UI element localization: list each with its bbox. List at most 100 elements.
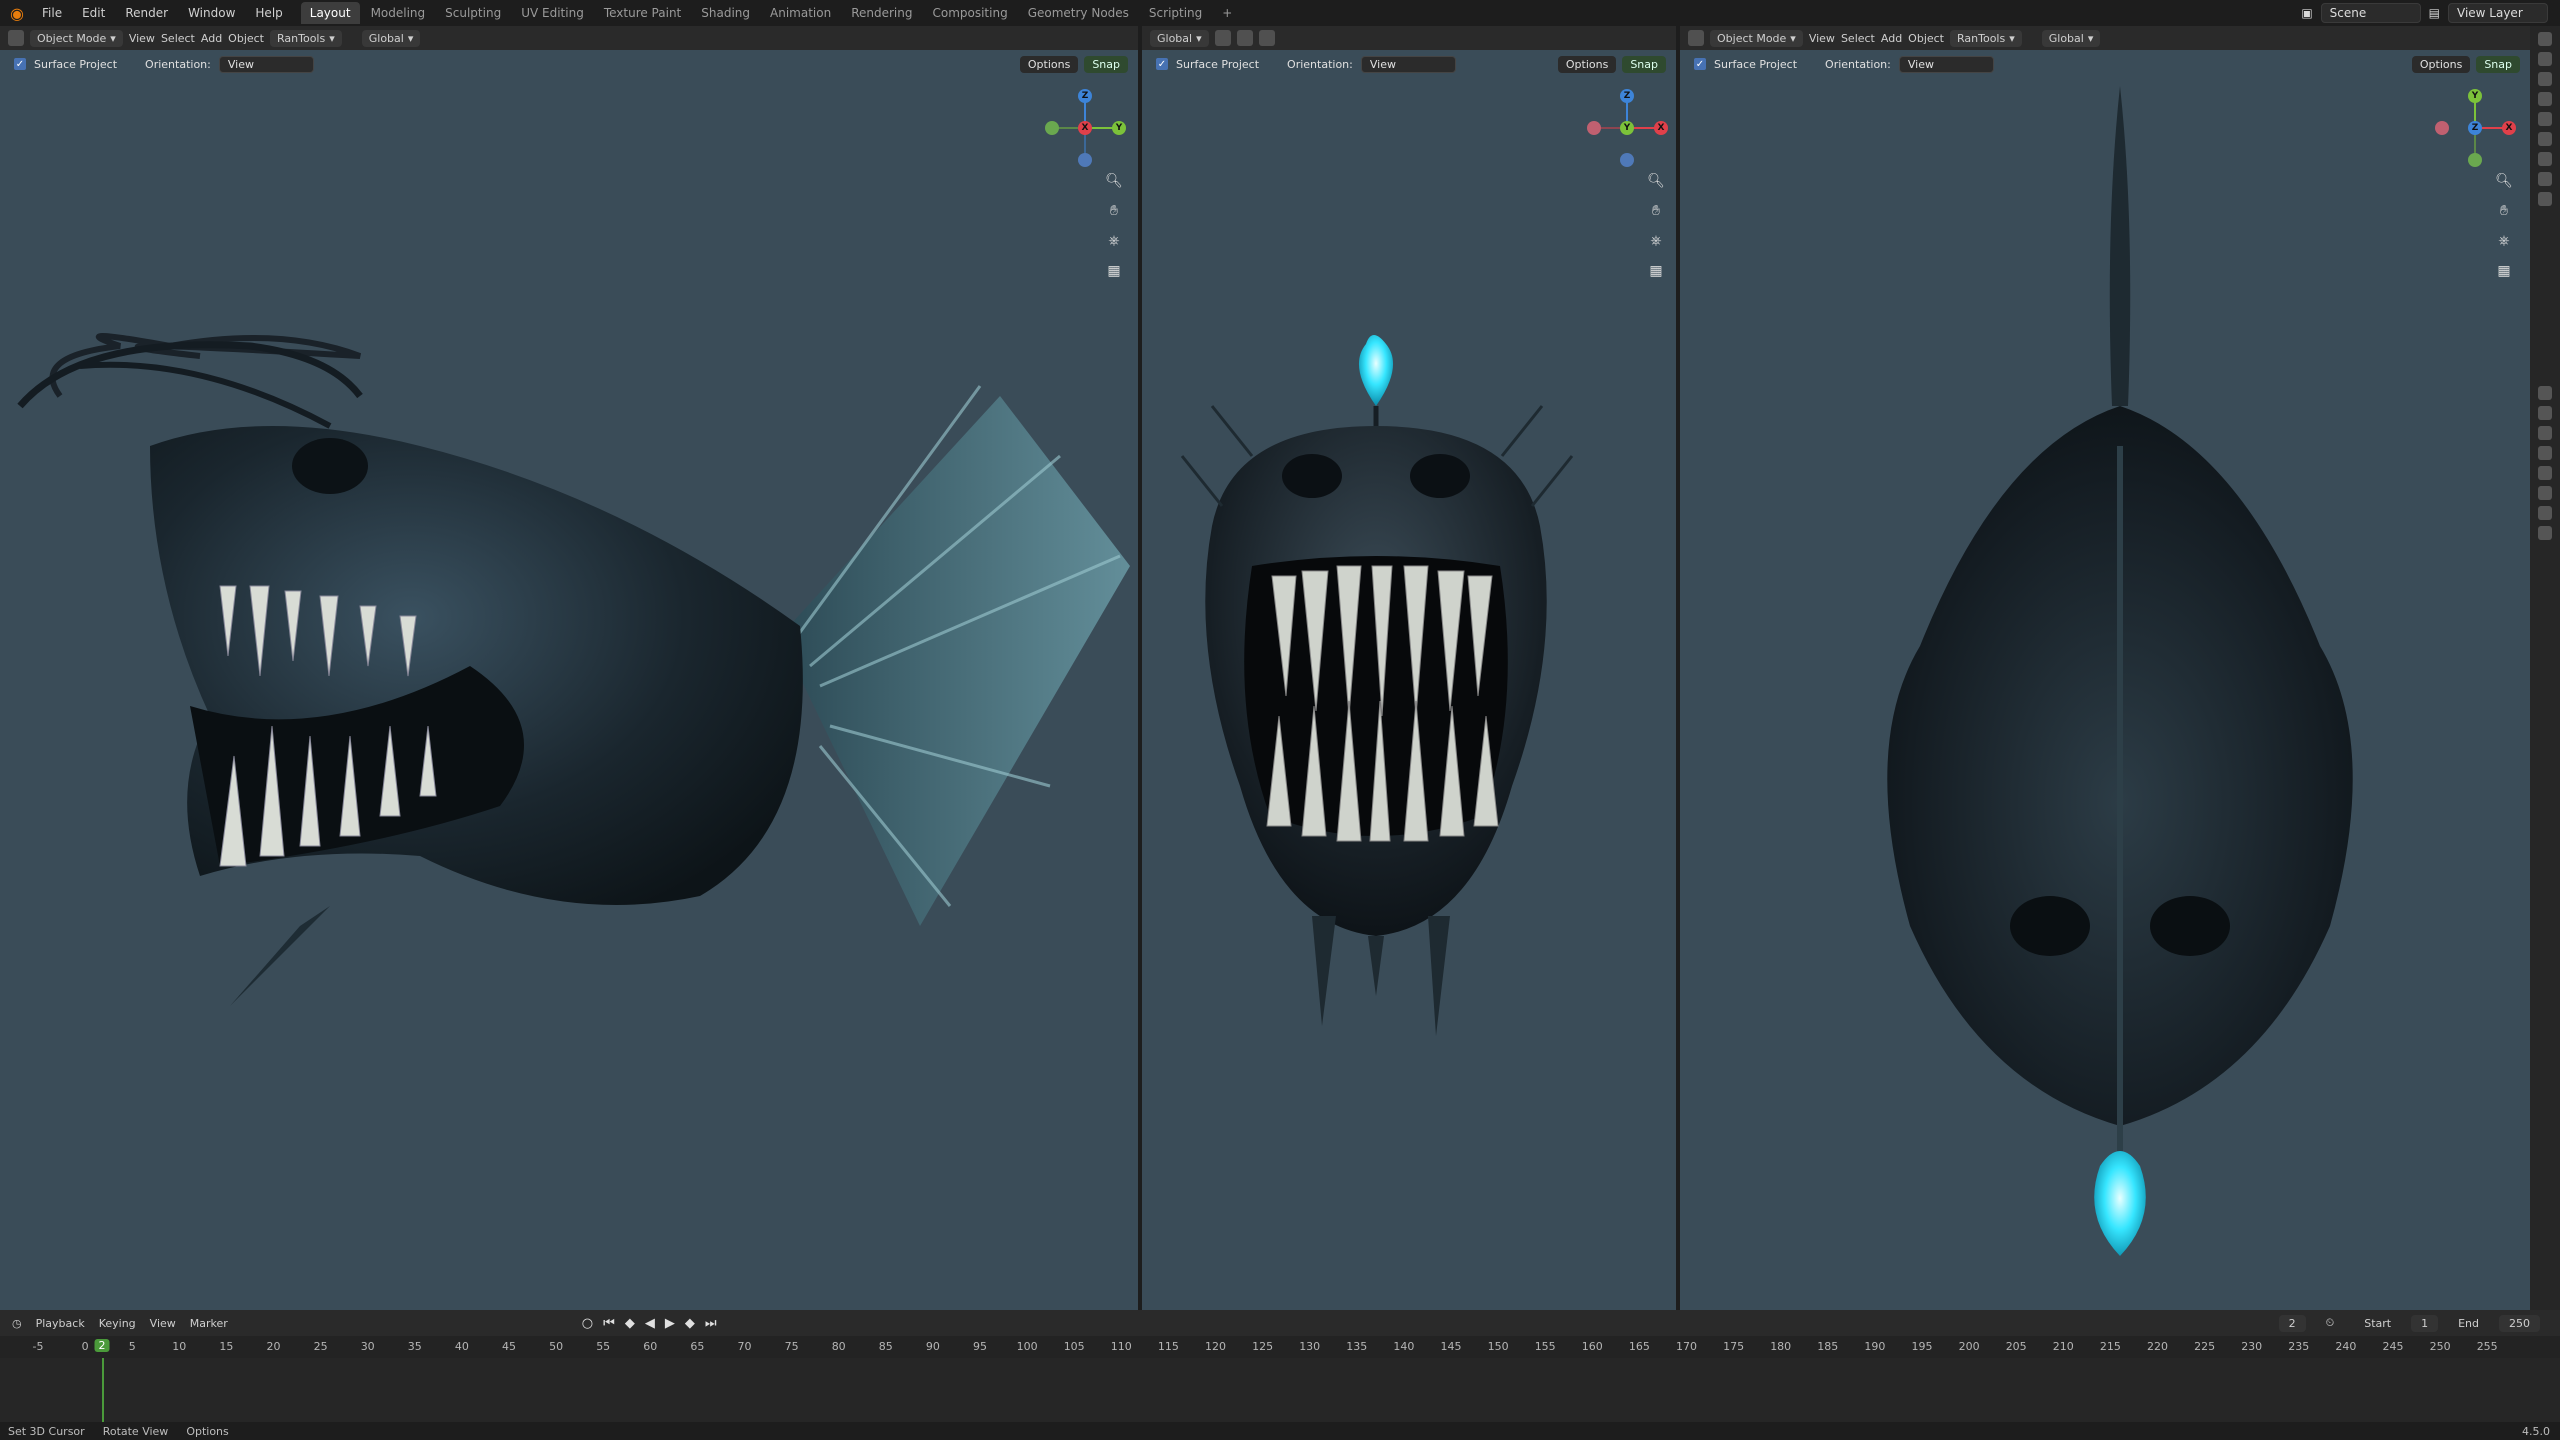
frame-tick: 185 [1817,1340,1839,1353]
workspace-tabs: Layout Modeling Sculpting UV Editing Tex… [300,2,1242,24]
start-frame-field[interactable]: 1 [2411,1314,2439,1332]
jump-end-icon[interactable]: ⏭ [705,1316,717,1331]
outliner-visibility-icon[interactable] [2538,112,2552,126]
menu-render[interactable]: Render [117,3,176,23]
output-properties-icon[interactable] [2538,426,2552,440]
outliner-visibility-icon[interactable] [2538,172,2552,186]
outliner-visibility-icon[interactable] [2538,132,2552,146]
menu-edit[interactable]: Edit [74,3,113,23]
menu-help[interactable]: Help [247,3,290,23]
frame-tick: 210 [2052,1340,2074,1353]
frame-tick: 250 [2429,1340,2451,1353]
frame-tick: 145 [1440,1340,1462,1353]
marker-menu[interactable]: Marker [190,1317,228,1330]
record-icon[interactable]: ○ [582,1316,593,1331]
set-cursor-hint: Set 3D Cursor [8,1424,85,1438]
playback-menu[interactable]: Playback [36,1317,85,1330]
top-bar: ◉ File Edit Render Window Help Layout Mo… [0,0,2560,26]
rotate-view-hint: Rotate View [102,1424,169,1438]
frame-tick: 115 [1157,1340,1179,1353]
frame-tick: 245 [2382,1340,2404,1353]
timeline-editor-icon[interactable]: ◷ [12,1317,22,1330]
view-menu[interactable]: View [150,1317,176,1330]
outliner-visibility-icon[interactable] [2538,52,2552,66]
tab-shading[interactable]: Shading [692,2,759,24]
outliner-visibility-icon[interactable] [2538,92,2552,106]
render-properties-icon[interactable] [2538,406,2552,420]
outliner-visibility-icon[interactable] [2538,192,2552,206]
menu-window[interactable]: Window [180,3,243,23]
tab-texture-paint[interactable]: Texture Paint [595,2,690,24]
clock-icon[interactable]: ⏲ [2316,1314,2345,1332]
top-right-fields: ▣ Scene ▤ View Layer [2301,3,2560,23]
main-menu: File Edit Render Window Help [34,3,291,23]
frame-tick: 35 [407,1340,422,1353]
tab-rendering[interactable]: Rendering [842,2,921,24]
view-layer-properties-icon[interactable] [2538,446,2552,460]
add-workspace-icon[interactable]: + [1213,2,1241,24]
frame-tick: 225 [2194,1340,2216,1353]
menu-file[interactable]: File [34,3,70,23]
frame-tick: 50 [549,1340,564,1353]
texture-properties-icon[interactable] [2538,526,2552,540]
frame-tick: 165 [1628,1340,1650,1353]
tab-layout[interactable]: Layout [300,2,360,24]
tab-uv-editing[interactable]: UV Editing [512,2,593,24]
play-icon[interactable]: ▶ [665,1316,675,1331]
end-frame-field[interactable]: 250 [2499,1314,2540,1332]
frame-tick: 55 [596,1340,611,1353]
tab-scripting[interactable]: Scripting [1140,2,1211,24]
frame-tick: 90 [925,1340,940,1353]
frame-tick: 255 [2476,1340,2498,1353]
playhead-line[interactable] [102,1358,104,1422]
frame-tick: 30 [360,1340,375,1353]
playback-controls: ○ ⏮ ◆ ◀ ▶ ◆ ⏭ [582,1316,717,1331]
jump-start-icon[interactable]: ⏮ [603,1316,615,1331]
viewport-side[interactable]: Object Mode ▾ View Select Add Object RanT… [0,26,1138,1310]
viewport-front[interactable]: Global ▾ ✓ Surface Project Orientation: V… [1142,26,1676,1310]
properties-tab-sidebar [2530,26,2560,1310]
scene-properties-icon[interactable] [2538,466,2552,480]
frame-tick: 70 [737,1340,752,1353]
frame-tick: 160 [1581,1340,1603,1353]
current-frame-indicator[interactable]: 2 [94,1339,110,1352]
tool-properties-icon[interactable] [2538,386,2552,400]
frame-tick: 135 [1346,1340,1368,1353]
outliner-visibility-icon[interactable] [2538,32,2552,46]
frame-ruler[interactable]: 2 -5 0 5 10 15 20 25 30 35 40 45 50 55 60 65 70 75 80 85 90… [0,1336,2560,1358]
tab-animation[interactable]: Animation [761,2,840,24]
prev-keyframe-icon[interactable]: ◆ [625,1316,635,1331]
frame-tick: 200 [1958,1340,1980,1353]
tab-geometry-nodes[interactable]: Geometry Nodes [1019,2,1138,24]
outliner-visibility-icon[interactable] [2538,152,2552,166]
keying-menu[interactable]: Keying [99,1317,136,1330]
frame-tick: 100 [1016,1340,1038,1353]
tab-modeling[interactable]: Modeling [362,2,435,24]
frame-range: 2 ⏲ Start 1 End 250 [2278,1314,2560,1332]
options-hint: Options [186,1424,229,1438]
outliner-visibility-icon[interactable] [2538,72,2552,86]
frame-tick: 75 [784,1340,799,1353]
frame-tick: 195 [1911,1340,1933,1353]
tab-compositing[interactable]: Compositing [923,2,1016,24]
frame-tick: 155 [1534,1340,1556,1353]
tab-sculpting[interactable]: Sculpting [436,2,510,24]
play-reverse-icon[interactable]: ◀ [645,1316,655,1331]
view-layer-field[interactable]: View Layer [2448,3,2548,23]
collection-properties-icon[interactable] [2538,506,2552,520]
timeline-header: ◷ Playback Keying View Marker ○ ⏮ ◆ ◀ ▶ … [0,1310,2560,1336]
next-keyframe-icon[interactable]: ◆ [685,1316,695,1331]
status-bar: Set 3D Cursor Rotate View Options 4.5.0 [0,1422,2560,1440]
timeline-editor: ◷ Playback Keying View Marker ○ ⏮ ◆ ◀ ▶ … [0,1310,2560,1422]
viewport-top[interactable]: Object Mode ▾ View Select Add Object RanT… [1680,26,2530,1310]
scene-field[interactable]: Scene [2320,3,2421,23]
anglerfish-side-render [17,333,1130,1006]
blender-logo-icon[interactable]: ◉ [0,0,34,26]
frame-tick: 140 [1393,1340,1415,1353]
world-properties-icon[interactable] [2538,486,2552,500]
scene-icon: ▣ [2301,6,2313,20]
frame-tick: 25 [313,1340,328,1353]
frame-tick: 110 [1110,1340,1132,1353]
current-frame-field[interactable]: 2 [2278,1314,2306,1332]
frame-tick: 20 [266,1340,281,1353]
